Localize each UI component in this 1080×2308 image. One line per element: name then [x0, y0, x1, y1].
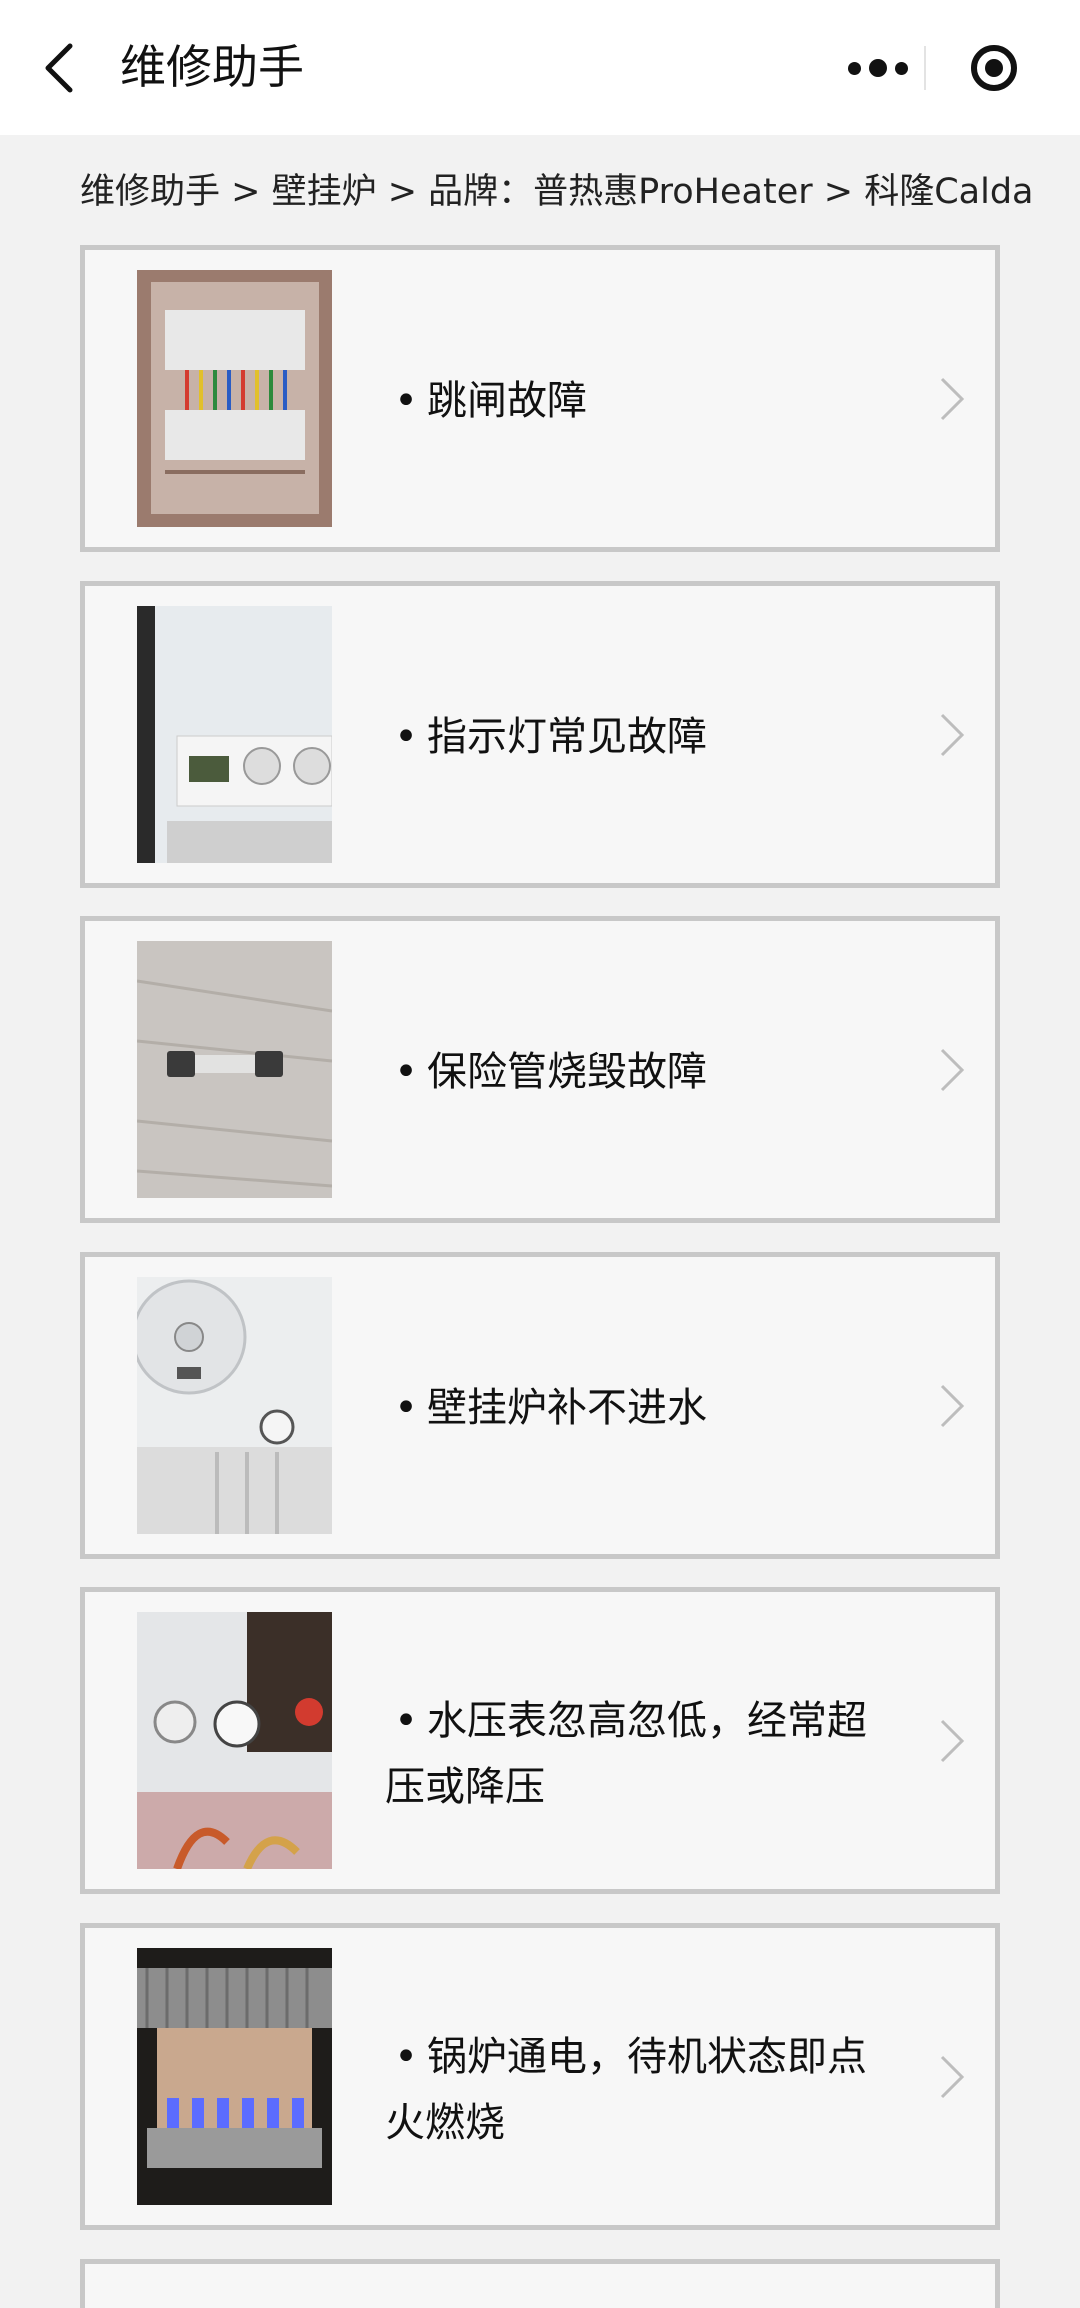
thumbnail-image — [137, 606, 332, 863]
close-button[interactable] — [970, 44, 1018, 92]
list-item-label: • 指示灯常见故障 — [385, 704, 965, 770]
list-item-label: • 水压表忽高忽低，经常超 压或降压 — [385, 1688, 965, 1820]
thumbnail-image — [137, 1612, 332, 1869]
chevron-right-icon — [940, 1719, 965, 1763]
thumbnail-image — [137, 941, 332, 1198]
list-item-pressure-fluctuation[interactable]: • 水压表忽高忽低，经常超 压或降压 — [80, 1587, 1000, 1894]
breadcrumb: 维修助手 > 壁挂炉 > 品牌：普热惠ProHeater > 科隆Calda — [80, 172, 1034, 212]
list-item-indicator-fault[interactable]: • 指示灯常见故障 — [80, 581, 1000, 888]
bullet: • — [394, 378, 418, 424]
thumbnail-image — [137, 1948, 332, 2205]
item-label: 跳闸故障 — [427, 378, 587, 424]
thumbnail-image — [137, 270, 332, 527]
bullet: • — [394, 714, 418, 760]
bullet: • — [394, 2034, 418, 2080]
list-item-no-water-refill[interactable]: • 壁挂炉补不进水 — [80, 1252, 1000, 1559]
navigation-bar: 维修助手 — [0, 0, 1080, 135]
more-dots-icon — [894, 61, 908, 75]
item-label: 指示灯常见故障 — [427, 714, 707, 760]
item-label-line2: 火燃烧 — [385, 2100, 505, 2146]
more-dots-icon — [847, 61, 861, 75]
list-item-trip-fault[interactable]: • 跳闸故障 — [80, 245, 1000, 552]
page-title: 维修助手 — [120, 40, 304, 94]
back-button[interactable] — [40, 40, 80, 96]
item-label: 锅炉通电，待机状态即点 — [427, 2034, 867, 2080]
item-label: 保险管烧毁故障 — [427, 1049, 707, 1095]
chevron-right-icon — [940, 713, 965, 757]
more-dots-icon — [868, 59, 887, 77]
mini-program-capsule — [820, 24, 1050, 112]
bullet: • — [394, 1385, 418, 1431]
list-item-label: • 保险管烧毁故障 — [385, 1039, 965, 1105]
thumbnail-image — [137, 1277, 332, 1534]
list-item-partial[interactable] — [80, 2259, 1000, 2308]
item-label: 壁挂炉补不进水 — [427, 1385, 707, 1431]
target-circle-icon — [971, 45, 1017, 91]
list-item-fuse-fault[interactable]: • 保险管烧毁故障 — [80, 916, 1000, 1223]
capsule-divider — [924, 46, 926, 90]
list-item-label: • 壁挂炉补不进水 — [385, 1375, 965, 1441]
more-button[interactable] — [820, 24, 935, 112]
list-item-label: • 跳闸故障 — [385, 368, 965, 434]
chevron-right-icon — [940, 1048, 965, 1092]
list-item-auto-ignition[interactable]: • 锅炉通电，待机状态即点 火燃烧 — [80, 1923, 1000, 2230]
list-item-label: • 锅炉通电，待机状态即点 火燃烧 — [385, 2024, 965, 2156]
chevron-left-icon — [45, 43, 73, 93]
bullet: • — [394, 1049, 418, 1095]
item-label-line2: 压或降压 — [385, 1764, 545, 1810]
chevron-right-icon — [940, 377, 965, 421]
item-label: 水压表忽高忽低，经常超 — [427, 1698, 867, 1744]
chevron-right-icon — [940, 1384, 965, 1428]
chevron-right-icon — [940, 2055, 965, 2099]
bullet: • — [394, 1698, 418, 1744]
